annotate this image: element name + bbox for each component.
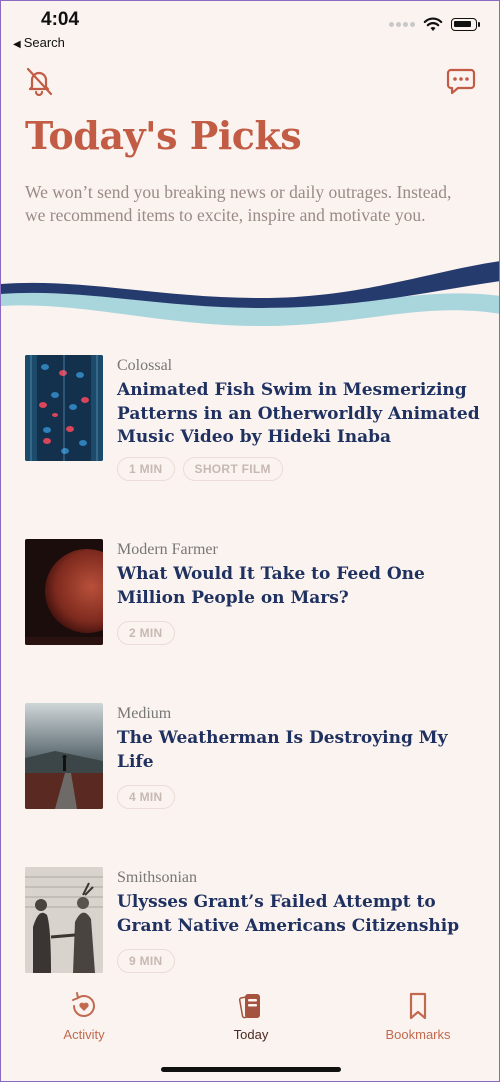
page-subtitle: We won’t send you breaking news or daily… — [25, 182, 452, 225]
chat-icon[interactable] — [445, 65, 477, 97]
article-source: Colossal — [117, 357, 173, 374]
tab-today[interactable]: Today — [191, 991, 311, 1042]
tab-label: Bookmarks — [385, 1027, 451, 1042]
article-tags: 9 MIN — [117, 949, 175, 973]
back-label: Search — [23, 35, 65, 50]
read-time-pill: 2 MIN — [117, 621, 175, 645]
article-headline[interactable]: Ulysses Grant’s Failed Attempt to Grant … — [117, 891, 487, 938]
tab-label: Activity — [63, 1027, 105, 1042]
back-to-search-link[interactable]: ◀ Search — [13, 35, 65, 50]
article-card[interactable]: Smithsonian Ulysses Grant’s Failed Attem… — [25, 867, 485, 977]
article-card[interactable]: Colossal Animated Fish Swim in Mesmerizi… — [25, 355, 487, 481]
article-headline[interactable]: The Weatherman Is Destroying My Life — [117, 727, 487, 774]
cellular-signal-icon — [389, 22, 415, 27]
read-time-pill: 4 MIN — [117, 785, 175, 809]
tab-label: Today — [233, 1027, 269, 1042]
activity-heart-icon — [72, 992, 95, 1017]
category-pill: SHORT FILM — [182, 457, 283, 481]
article-headline[interactable]: Animated Fish Swim in Mesmerizing Patter… — [117, 379, 487, 450]
article-tags: 4 MIN — [117, 785, 175, 809]
tab-activity[interactable]: Activity — [24, 991, 144, 1042]
bottom-tab-bar: Activity Today Bookmarks — [1, 981, 499, 1081]
tab-bookmarks[interactable]: Bookmarks — [358, 991, 478, 1042]
today-card-icon — [238, 994, 260, 1019]
article-source: Medium — [117, 705, 172, 722]
notifications-off-icon[interactable] — [23, 65, 55, 97]
battery-icon — [451, 18, 480, 31]
decorative-wave — [1, 261, 499, 326]
article-thumbnail-fish — [25, 355, 103, 461]
status-time: 4:04 — [41, 9, 80, 30]
page-title: Today's Picks — [25, 113, 302, 158]
status-indicators — [389, 17, 480, 32]
article-source: Modern Farmer — [117, 541, 218, 558]
bookmark-icon — [409, 992, 427, 1020]
article-thumbnail-weather — [25, 703, 103, 809]
article-headline[interactable]: What Would It Take to Feed One Million P… — [117, 563, 487, 610]
back-triangle-icon: ◀ — [13, 39, 21, 50]
read-time-pill: 9 MIN — [117, 949, 175, 973]
wifi-icon — [423, 17, 443, 31]
article-card[interactable]: Medium The Weatherman Is Destroying My L… — [25, 703, 485, 813]
article-tags: 2 MIN — [117, 621, 175, 645]
article-source: Smithsonian — [117, 869, 198, 886]
read-time-pill: 1 MIN — [117, 457, 175, 481]
article-thumbnail-engraving — [25, 867, 103, 973]
article-card[interactable]: Modern Farmer What Would It Take to Feed… — [25, 539, 485, 649]
article-tags: 1 MIN SHORT FILM — [117, 457, 283, 481]
app-screen: 4:04 ◀ Search Today's Picks We won’t send… — [0, 0, 500, 1082]
home-indicator — [161, 1067, 341, 1072]
article-thumbnail-mars — [25, 539, 103, 645]
